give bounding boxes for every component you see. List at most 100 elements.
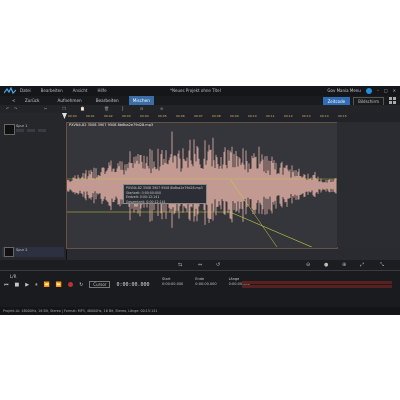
stat-start: Start 0:00:00.000 (162, 277, 183, 286)
audio-editor-window: Datei Bearbeiten Ansicht Hilfe *Neues Pr… (0, 86, 400, 315)
time-ruler[interactable]: 00:00 00:01 00:02 00:03 00:04 00:05 00:0… (66, 113, 400, 122)
cut-icon[interactable]: ✂ (44, 105, 47, 113)
transport-panel: L/R ⏮ ■ ▶ ⏸ ⏪ ⏩ ↻ Cursor 0:00:00.000 Sta… (0, 271, 400, 307)
app-logo-icon (4, 87, 16, 95)
copy-icon[interactable]: ❐ (62, 105, 66, 113)
channel-label: L/R (10, 274, 17, 279)
pause-icon[interactable]: ⏸ (35, 282, 38, 288)
fx-icon[interactable]: ≋ (160, 105, 163, 113)
trim-icon[interactable]: ⊟ (140, 105, 143, 113)
minimize-icon[interactable]: – (377, 86, 379, 96)
ruler-tick: 00:10 (248, 114, 257, 118)
edit-toolbar: ↶ ↷ ✂ ❐ 📋 🗑 ⫿ ⊟ ≋ (0, 105, 400, 113)
tab-record[interactable]: Aufnehmen (54, 96, 86, 105)
clip-tooltip: PXVN4-82 3508 3907 9508 8b6ba2e79d28.mp3… (123, 184, 207, 204)
loop-icon[interactable]: ↻ (79, 282, 83, 288)
back-label: Zurück (24, 98, 40, 103)
paste-icon[interactable]: 📋 (80, 105, 85, 113)
track-header-1[interactable]: Spur 1 (2, 124, 64, 136)
redo-icon[interactable]: ↷ (14, 105, 17, 113)
ruler-tick: 00:14 (320, 114, 329, 118)
empty-timeline[interactable] (337, 122, 400, 247)
volume-slider[interactable] (38, 129, 46, 132)
stat-label: Start (162, 277, 171, 281)
ruler-tick: 00:11 (266, 114, 275, 118)
zoom-bar: ⇆ ⇔ ↺ ⊖ ● ⊕ ⤢ ⤡ (0, 260, 400, 270)
ruler-tick: 00:00 (68, 114, 77, 118)
mode-tabs: < Zurück Aufnehmen Bearbeiten Mischen (4, 96, 154, 105)
selection-stats: Start 0:00:00.000 Ende 0:00:00.000 Länge… (162, 277, 250, 286)
help-menu-label[interactable]: Gov Mania Menu (327, 86, 360, 96)
maximize-icon[interactable]: □ (384, 86, 388, 96)
track-controls (16, 129, 46, 132)
ruler-tick: 00:06 (176, 114, 185, 118)
ruler-tick: 00:05 (158, 114, 167, 118)
stop-icon[interactable]: ■ (15, 282, 20, 288)
dot-icon[interactable]: ● (324, 260, 328, 270)
track-name: Spur 2 (16, 248, 28, 252)
back-arrow-icon: < (12, 98, 16, 103)
split-icon[interactable]: ⫿ (122, 105, 123, 113)
help-icon[interactable] (365, 88, 372, 94)
ruler-tick: 00:08 (212, 114, 221, 118)
timecode-display: 0:00:00.000 (116, 281, 150, 288)
next-icon[interactable]: ⏩ (56, 282, 62, 288)
clip-name: PXVN4-82 3508 3907 9508 8b6ba2e79d28.mp3 (69, 123, 154, 127)
return-icon[interactable]: ↺ (216, 260, 220, 270)
window-title: *Neues Projekt ohne Titel (170, 88, 221, 93)
zoom-out-icon[interactable]: ⊖ (306, 260, 310, 270)
rewind-icon[interactable]: ⏮ (4, 282, 9, 288)
level-meter-right (242, 285, 392, 288)
status-bar: Projekt-Lk: 48000Hz, 16 Bit, Stereo | Fo… (0, 307, 400, 315)
cursor-dropdown[interactable]: Cursor (89, 281, 111, 288)
delete-icon[interactable]: 🗑 (104, 105, 109, 113)
timeline-area: Spur 1 Spur 2 00:00 00:01 00:02 00:03 00… (0, 113, 400, 260)
record-icon[interactable] (68, 282, 74, 287)
undo-icon[interactable]: ↶ (6, 105, 9, 113)
menu-edit[interactable]: Bearbeiten (41, 86, 63, 96)
level-meter-left (242, 281, 392, 284)
tab-mix[interactable]: Mischen (128, 96, 154, 105)
stat-end: Ende 0:00:00.000 (195, 277, 216, 286)
tooltip-line: PXVN4-82 3508 3907 9508 8b6ba2e79d28.mp3 (126, 186, 203, 190)
solo-button[interactable] (27, 129, 35, 132)
ruler-tick: 00:02 (104, 114, 113, 118)
stat-value: 0:00:00.000 (195, 282, 217, 286)
collapse-icon[interactable]: ⤡ (380, 260, 384, 270)
ruler-tick: 00:13 (302, 114, 311, 118)
ruler-tick: 00:15 (338, 114, 347, 118)
ruler-tick: 00:01 (86, 114, 95, 118)
stat-label: Ende (195, 277, 205, 281)
track-name: Spur 1 (16, 124, 28, 128)
back-button[interactable]: < Zurück (4, 96, 48, 105)
ruler-tick: 00:04 (140, 114, 149, 118)
tooltip-line: Gesamtzeit: 0:00:12:141 (126, 199, 166, 204)
ruler-tick: 00:09 (230, 114, 239, 118)
menu-help[interactable]: Hilfe (97, 86, 106, 96)
track-header-panel: Spur 1 Spur 2 (0, 113, 67, 260)
stat-value: 0:00:00.000 (162, 282, 184, 286)
track-thumbnail (4, 124, 15, 135)
tab-edit[interactable]: Bearbeiten (92, 96, 123, 105)
volume-envelope[interactable] (67, 211, 337, 247)
menu-bar: Datei Bearbeiten Ansicht Hilfe (20, 86, 107, 96)
expand-icon[interactable]: ⤢ (360, 260, 364, 270)
track-thumbnail (4, 247, 14, 257)
close-icon[interactable]: ✕ (393, 86, 396, 96)
window-controls: Gov Mania Menu – □ ✕ (327, 86, 396, 96)
play-icon[interactable]: ▶ (25, 282, 29, 288)
zoom-in-icon[interactable]: ⊕ (342, 260, 346, 270)
mute-button[interactable] (16, 129, 24, 132)
menu-view[interactable]: Ansicht (73, 86, 88, 96)
zoom-fit-icon[interactable]: ⇔ (198, 260, 202, 270)
fit-icon[interactable]: ⇆ (178, 260, 182, 270)
ruler-tick: 00:03 (122, 114, 131, 118)
grid-view-icon[interactable] (389, 97, 396, 104)
title-bar: Datei Bearbeiten Ansicht Hilfe *Neues Pr… (0, 86, 400, 96)
track-header-2[interactable]: Spur 2 (2, 247, 64, 257)
menu-file[interactable]: Datei (20, 86, 31, 96)
previous-icon[interactable]: ⏪ (44, 282, 50, 288)
ruler-tick: 00:07 (194, 114, 203, 118)
ruler-tick: 00:12 (284, 114, 293, 118)
transport-controls: ⏮ ■ ▶ ⏸ ⏪ ⏩ ↻ Cursor 0:00:00.000 (4, 281, 150, 288)
